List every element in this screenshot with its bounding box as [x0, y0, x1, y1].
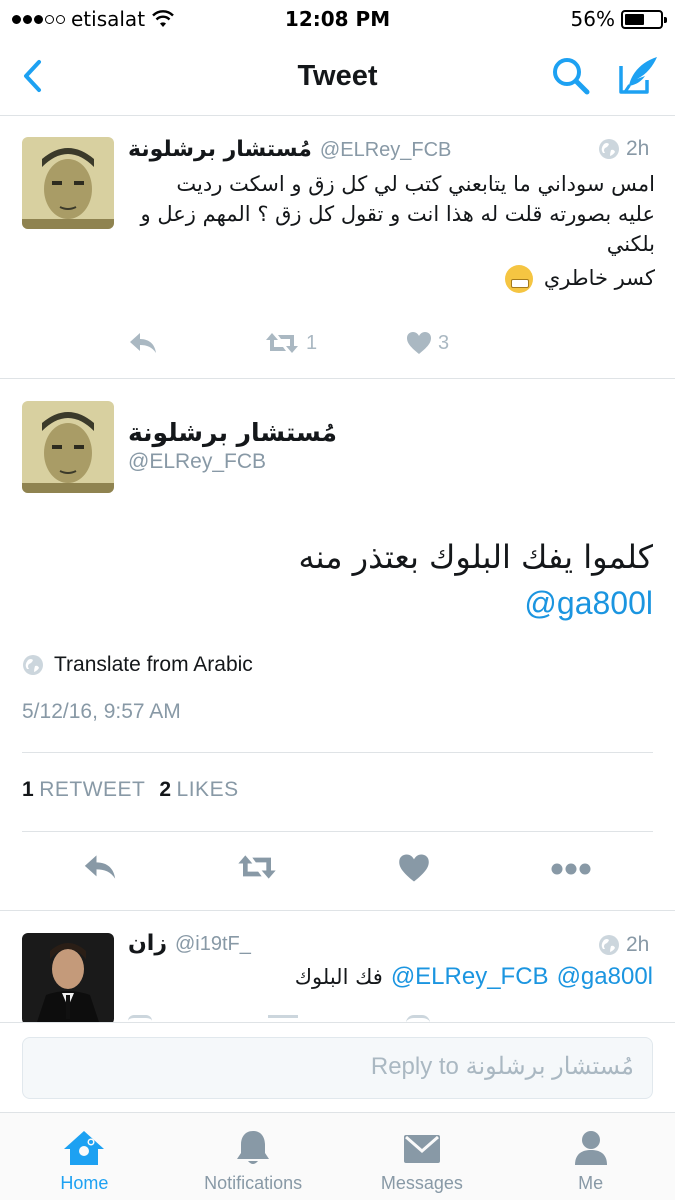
retweet-button[interactable]: 1: [264, 331, 406, 355]
tweet-text-paragraph: امس سوداني ما يتابعني كتب لي كل زق و اسك…: [140, 172, 655, 256]
time-label: 2h: [626, 137, 650, 160]
reply-button[interactable]: [82, 853, 122, 887]
carrier-signal: etisalat: [12, 7, 175, 31]
likes-stat-label: LIKES: [176, 778, 239, 801]
more-icon: [551, 863, 591, 875]
carrier-name: etisalat: [71, 7, 146, 31]
more-options-button[interactable]: [550, 861, 592, 881]
reply-input[interactable]: Reply to مُستشار برشلونة: [22, 1037, 653, 1099]
chevron-left-icon: [24, 60, 41, 92]
tab-label: Messages: [380, 1173, 463, 1193]
retweet-stat-label: RETWEET: [39, 778, 146, 801]
tab-label: Notifications: [204, 1173, 303, 1193]
main-tweet-text: كلموا يفك البلوك بعتذر منه: [298, 538, 654, 576]
reply-bar: Reply to مُستشار برشلونة: [0, 1022, 675, 1112]
compose-button[interactable]: [615, 54, 661, 98]
tweet-timestamp: 5/12/16, 9:57 AM: [22, 700, 181, 723]
parent-tweet[interactable]: 2h مُستشار برشلونة @ELRey_FCB امس سوداني…: [0, 117, 675, 379]
retweet-icon: [238, 855, 276, 879]
main-username[interactable]: @ELRey_FCB: [128, 450, 266, 474]
author-line[interactable]: مُستشار برشلونة @ELRey_FCB: [128, 137, 451, 162]
retweet-button[interactable]: [236, 853, 280, 887]
like-count: 3: [438, 331, 450, 354]
compose-icon: [619, 57, 657, 94]
reply-tweet[interactable]: 2h زان @i19tF_ فك البلوك @ELRey_FCB @ga8…: [0, 911, 675, 1023]
like-button[interactable]: 3: [406, 331, 449, 355]
envelope-icon: [403, 1135, 440, 1163]
tweet-stats: 1 RETWEET 2 LIKES: [22, 778, 239, 802]
battery-fill: [625, 13, 645, 25]
reply-icon: [130, 333, 156, 353]
retweet-count: 1: [306, 331, 318, 354]
tweet-actions: 1 3: [128, 331, 449, 355]
likes-stat-count: 2: [159, 778, 172, 801]
author-line[interactable]: زان @i19tF_: [128, 931, 251, 956]
back-button[interactable]: [12, 56, 52, 96]
reply-avatar[interactable]: [22, 933, 114, 1023]
battery-percent: 56%: [570, 7, 615, 31]
username[interactable]: @ELRey_FCB: [320, 139, 451, 162]
likes-stat[interactable]: 2 LIKES: [159, 778, 238, 802]
tab-notifications[interactable]: Notifications: [169, 1113, 338, 1200]
grimacing-emoji-icon: [505, 265, 534, 293]
mention-link[interactable]: @ga800l: [524, 585, 653, 622]
status-bar: etisalat 12:08 PM 56%: [0, 0, 675, 38]
time-label: 2h: [626, 933, 650, 956]
globe-icon: [23, 655, 43, 675]
wifi-icon: [152, 10, 174, 27]
bell-icon: [237, 1131, 270, 1164]
divider: [0, 378, 675, 379]
like-button[interactable]: [398, 853, 432, 887]
tab-me[interactable]: Me: [506, 1113, 675, 1200]
signal-strength-icon: [12, 14, 65, 24]
globe-icon: [599, 139, 619, 159]
globe-icon: [599, 935, 619, 955]
retweet-icon: [266, 333, 298, 353]
mention-link[interactable]: @ga800l: [557, 963, 653, 991]
retweet-stat[interactable]: 1 RETWEET: [22, 778, 145, 802]
reply-button[interactable]: [128, 331, 264, 355]
mention-link[interactable]: @ELRey_FCB: [391, 963, 549, 991]
main-tweet-actions: [0, 845, 675, 895]
reply-tweet-text: فك البلوك @ELRey_FCB @ga800l: [295, 963, 653, 991]
tab-label: Home: [60, 1173, 109, 1193]
tweet-text-paragraph-2: كسر خاطري: [543, 266, 655, 290]
main-avatar[interactable]: [22, 401, 114, 493]
tab-home[interactable]: Home: [0, 1113, 169, 1200]
tweet-time: 2h: [598, 933, 649, 957]
username[interactable]: @i19tF_: [175, 933, 251, 956]
heart-icon: [407, 332, 431, 354]
display-name[interactable]: مُستشار برشلونة: [128, 137, 312, 162]
divider: [22, 752, 653, 753]
tweet-text: امس سوداني ما يتابعني كتب لي كل زق و اسك…: [135, 169, 655, 293]
page-title: Tweet: [297, 60, 378, 92]
avatar[interactable]: [22, 137, 114, 229]
tab-label: Me: [578, 1173, 604, 1193]
search-button[interactable]: [549, 54, 593, 98]
tab-bar: Home Notifications Messages Me: [0, 1112, 675, 1200]
heart-icon: [399, 854, 429, 882]
main-display-name[interactable]: مُستشار برشلونة: [128, 418, 337, 447]
reply-icon: [84, 855, 116, 879]
battery-icon: [621, 9, 667, 29]
home-icon: [64, 1131, 105, 1165]
translate-label: Translate from Arabic: [54, 653, 253, 676]
retweet-stat-count: 1: [22, 778, 35, 801]
tweet-time: 2h: [598, 137, 649, 161]
person-icon: [574, 1131, 607, 1165]
tab-messages[interactable]: Messages: [338, 1113, 507, 1200]
divider: [22, 831, 653, 832]
tweet-text-line: كسر خاطري: [135, 263, 655, 293]
search-icon: [553, 58, 590, 95]
reply-text: فك البلوك: [294, 965, 383, 989]
translate-link[interactable]: Translate from Arabic: [22, 653, 253, 677]
nav-bar: Tweet: [0, 38, 675, 116]
display-name[interactable]: زان: [128, 931, 167, 956]
